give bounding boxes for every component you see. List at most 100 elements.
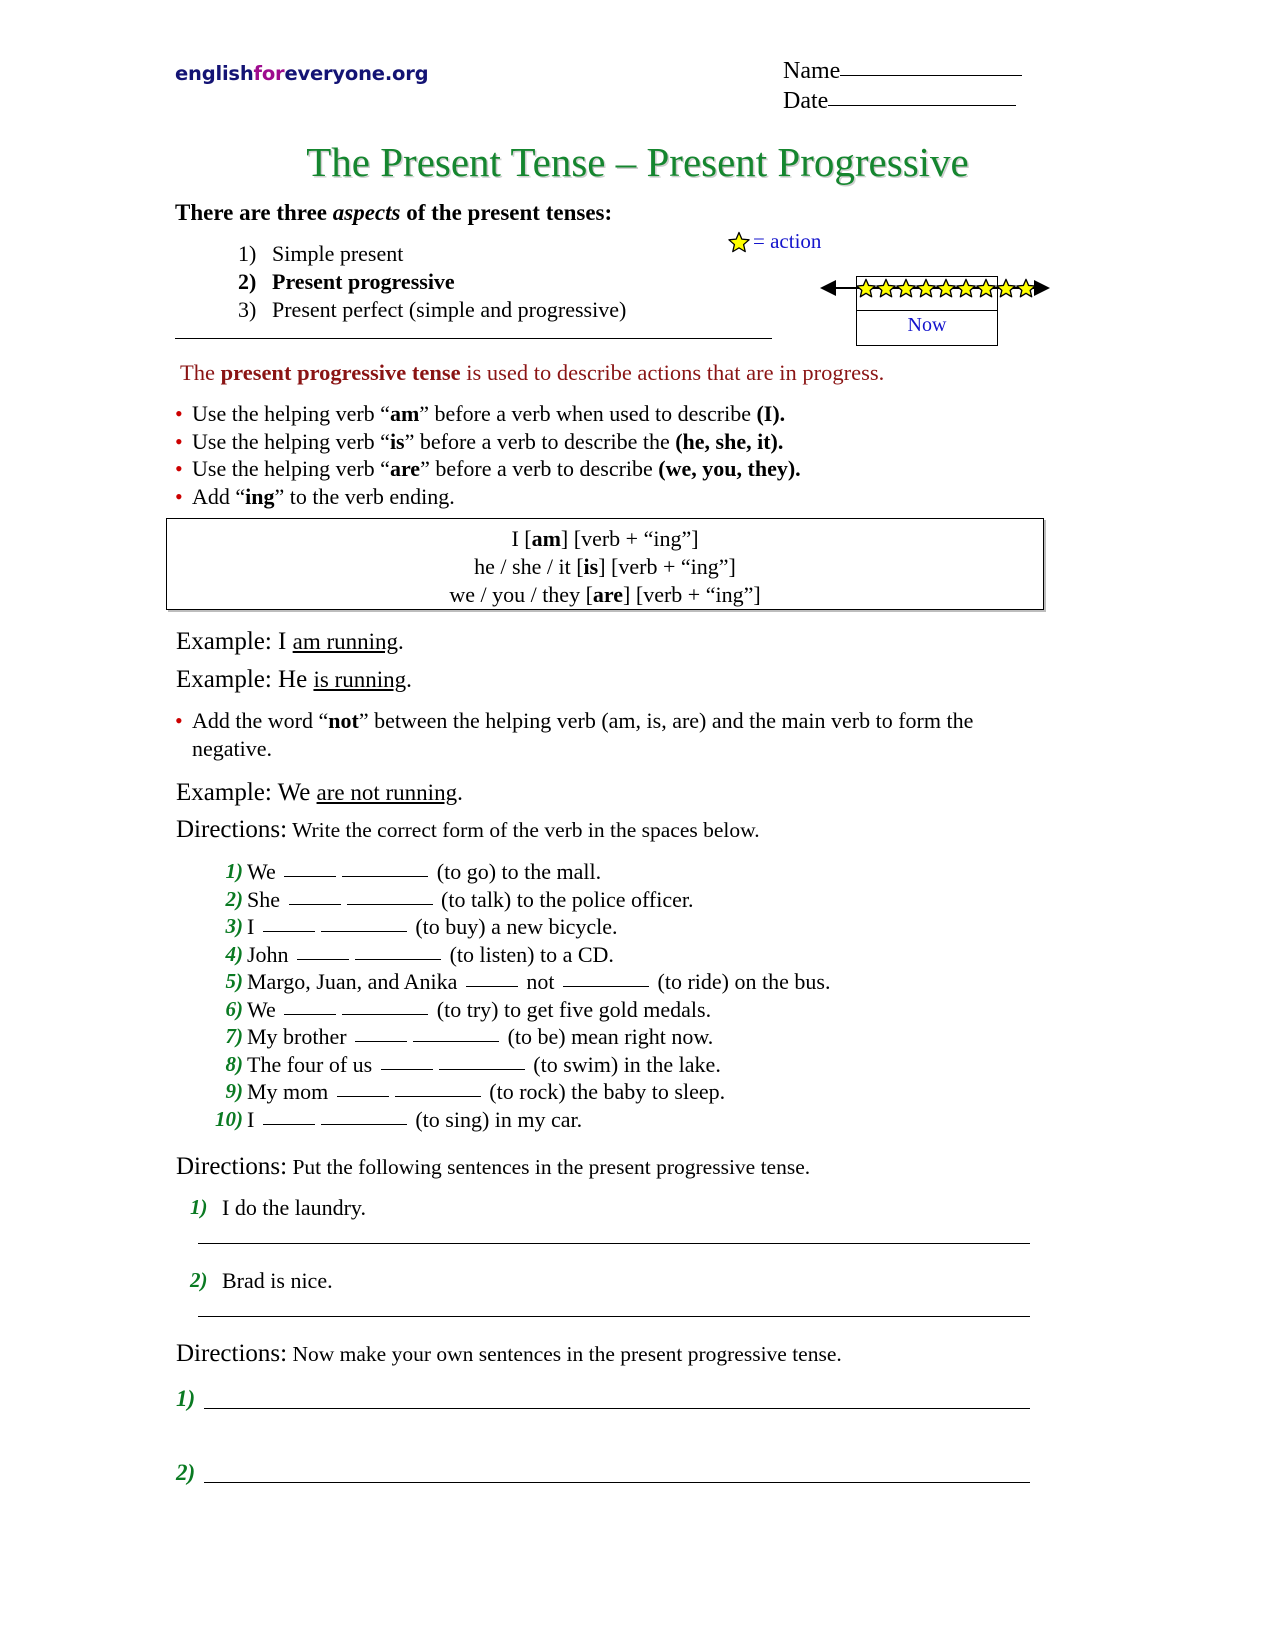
rule-bullet-4-mid: ” to the verb ending. — [274, 483, 455, 509]
aspect-item-1: 1) Simple present — [238, 240, 758, 268]
item-number: 2) — [176, 1460, 196, 1485]
list-item[interactable]: 5) Margo, Juan, and Anika not (to ride) o… — [205, 968, 1085, 996]
rule-bullet-1-pre: Use the helping verb “ — [192, 401, 390, 426]
page-header: englishforeveryone.org Name Date — [0, 58, 1275, 132]
star-icon — [728, 231, 750, 253]
answer-blank-main-verb[interactable] — [342, 1013, 429, 1015]
star-icon — [1016, 278, 1036, 298]
list-item[interactable]: 6) We (to try) to get five gold medals. — [205, 996, 1085, 1024]
formula-line-3: we / you / they [are] [verb + “ing”] — [167, 581, 1043, 609]
date-field-row[interactable]: Date — [783, 86, 1083, 116]
rule-bullet-1: • Use the helping verb “am” before a verb… — [175, 400, 1065, 428]
timeline-graphic: Now — [720, 264, 1050, 346]
now-box-separator — [856, 310, 998, 311]
aspect-label-2: Present progressive — [272, 269, 455, 294]
item-subject: My brother — [247, 1024, 347, 1049]
rule-bullet-3-pronoun: (we, you, they). — [658, 456, 801, 481]
answer-blank-main-verb[interactable] — [346, 903, 433, 905]
answer-blank-main-verb[interactable] — [320, 931, 407, 932]
item-tail: (to talk) to the police officer. — [441, 886, 694, 912]
star-icon — [856, 278, 876, 298]
name-write-line[interactable] — [840, 75, 1023, 76]
aspect-label-3: Present perfect (simple and progressive) — [272, 297, 627, 322]
rule-sentence: The present progressive tense is used to… — [180, 360, 884, 386]
list-item[interactable]: 2) She (to talk) to the police officer. — [205, 886, 1085, 914]
answer-blank-main-verb[interactable] — [438, 1068, 525, 1070]
item-tail: (to listen) to a CD. — [449, 941, 614, 967]
example-2-underlined: is running — [313, 667, 407, 692]
intro-heading-b: of the present tenses: — [400, 200, 613, 225]
directions-1-text: Write the correct form of the verb in th… — [287, 818, 760, 842]
aspects-list: 1) Simple present 2) Present progressive 3… — [238, 240, 758, 324]
rule-sentence-bold: present progressive tense — [220, 360, 461, 385]
answer-blank-helping-verb[interactable] — [297, 958, 350, 960]
answer-blank-main-verb[interactable] — [394, 1096, 481, 1097]
date-write-line[interactable] — [828, 105, 1017, 106]
star-icon — [956, 278, 976, 298]
worksheet-page: englishforeveryone.org Name Date The Pre… — [0, 0, 1275, 1650]
answer-blank-main-verb[interactable] — [320, 1123, 407, 1125]
item-number: 1) — [176, 1386, 196, 1411]
answer-blank-main-verb[interactable] — [342, 876, 429, 877]
answer-write-line[interactable] — [198, 1316, 1030, 1317]
legend-label: = action — [753, 229, 822, 253]
star-icon — [936, 278, 956, 298]
answer-blank-helping-verb[interactable] — [380, 1068, 433, 1070]
action-stars-row — [856, 274, 1036, 302]
answer-blank-main-verb[interactable] — [563, 986, 650, 987]
directions-3-text: Now make your own sentences in the prese… — [287, 1342, 842, 1366]
answer-blank-helping-verb[interactable] — [262, 1123, 315, 1125]
timeline-diagram: = action Now — [720, 228, 1050, 346]
rule-bullet-2: • Use the helping verb “is” before a verb… — [175, 428, 1065, 456]
example-3-lead: Example: We — [176, 779, 317, 806]
answer-write-line[interactable] — [198, 1243, 1030, 1244]
logo-part-for: for — [253, 62, 285, 85]
aspect-number-2: 2) — [238, 269, 257, 294]
item-number: 6) — [225, 996, 244, 1021]
rule-bullet-4-pre: Add “ — [192, 483, 246, 509]
example-2: Example: He is running. — [176, 666, 412, 694]
item-number: 3) — [225, 914, 244, 938]
answer-blank-main-verb[interactable] — [413, 1041, 500, 1042]
item-number: 1) — [225, 859, 244, 883]
item-tail: (to go) to the mall. — [436, 859, 602, 884]
rule-bullet-2-verb: is — [389, 428, 405, 454]
directions-2-text: Put the following sentences in the prese… — [287, 1155, 811, 1179]
answer-write-line[interactable] — [204, 1482, 1030, 1483]
formula-3-c: ] [verb + “ing”] — [623, 582, 761, 607]
answer-blank-helping-verb[interactable] — [284, 1013, 337, 1015]
answer-blank-helping-verb[interactable] — [336, 1096, 389, 1097]
formula-2-c: ] [verb + “ing”] — [598, 554, 736, 579]
aspect-number-3: 3) — [238, 297, 257, 322]
list-item[interactable]: 7) My brother (to be) mean right now. — [205, 1023, 1085, 1051]
bullet-dot-icon: • — [175, 401, 183, 426]
own-sentence-1[interactable]: 1) — [176, 1386, 1056, 1416]
own-sentence-2[interactable]: 2) — [176, 1460, 1056, 1490]
list-item[interactable]: 4) John (to listen) to a CD. — [205, 941, 1085, 969]
fill-in-blank-list: 1) We (to go) to the mall. 2) She (to talk… — [205, 858, 1085, 1133]
answer-write-line[interactable] — [204, 1408, 1030, 1409]
logo-part-english: english — [175, 62, 254, 85]
formula-1-a: I [ — [511, 526, 532, 551]
answer-blank-main-verb[interactable] — [355, 958, 442, 960]
list-item[interactable]: 8) The four of us (to swim) in the lake. — [205, 1051, 1085, 1079]
example-1-lead: Example: I — [176, 628, 293, 655]
list-item[interactable]: 10) I (to sing) in my car. — [205, 1106, 1085, 1134]
name-field-row[interactable]: Name — [783, 56, 1083, 86]
item-number: 7) — [225, 1024, 244, 1048]
rules-bullet-list: • Use the helping verb “am” before a verb… — [175, 400, 1065, 510]
item-number: 2) — [190, 1268, 208, 1292]
list-item[interactable]: 3) I (to buy) a new bicycle. — [205, 913, 1085, 941]
answer-blank-helping-verb[interactable] — [288, 903, 341, 905]
star-icon — [916, 278, 936, 298]
rule-bullet-4-suffix: ing — [245, 483, 275, 509]
list-item[interactable]: 1) We (to go) to the mall. — [205, 858, 1085, 886]
item-number: 5) — [225, 969, 244, 993]
answer-blank-helping-verb[interactable] — [355, 1041, 408, 1042]
name-date-block: Name Date — [783, 56, 1083, 116]
answer-blank-helping-verb[interactable] — [465, 986, 518, 987]
list-item[interactable]: 9) My mom (to rock) the baby to sleep. — [205, 1078, 1085, 1106]
answer-blank-helping-verb[interactable] — [262, 931, 315, 932]
answer-blank-helping-verb[interactable] — [284, 876, 337, 877]
example-2-lead: Example: He — [176, 666, 314, 693]
